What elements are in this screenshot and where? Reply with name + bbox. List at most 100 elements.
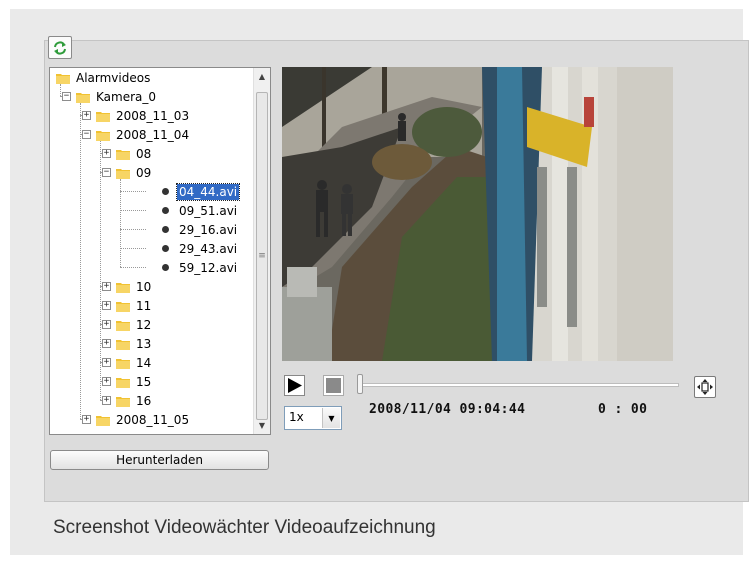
play-button[interactable]: [284, 375, 305, 396]
tree-connector: [120, 248, 146, 249]
folder-icon: [96, 129, 110, 141]
folder-icon: [116, 338, 130, 350]
tree-folder-item[interactable]: 13: [116, 334, 153, 353]
seek-thumb[interactable]: [357, 374, 363, 394]
tree-folder-item[interactable]: 14: [116, 353, 153, 372]
collapse-icon[interactable]: −: [62, 92, 71, 101]
recording-timestamp: 2008/11/04 09:04:44: [369, 402, 526, 417]
expand-icon[interactable]: +: [102, 358, 111, 367]
scroll-thumb[interactable]: ≡: [256, 92, 268, 420]
tree-item-label: 09: [136, 165, 152, 180]
elapsed-time: 0 : 00: [598, 402, 648, 417]
expand-icon[interactable]: +: [102, 339, 111, 348]
tree-file-item[interactable]: 29_16.avi: [158, 220, 239, 239]
tree-item-label: 04_44.avi: [175, 182, 241, 201]
tree-folder-item[interactable]: 11: [116, 296, 153, 315]
expand-icon[interactable]: +: [102, 301, 111, 310]
tree-item-label: 2008_11_04: [116, 127, 190, 142]
refresh-button[interactable]: [48, 36, 72, 59]
tree-item-label: Alarmvideos: [76, 70, 151, 85]
tree-connector: [120, 210, 146, 211]
tree-file-item[interactable]: 04_44.avi: [158, 182, 241, 201]
tree-file-item[interactable]: 59_12.avi: [158, 258, 239, 277]
collapse-icon[interactable]: −: [102, 168, 111, 177]
tree-folder-item[interactable]: 2008_11_03: [96, 106, 191, 125]
speed-value: 1x: [289, 410, 304, 424]
tree-connector: [120, 179, 121, 267]
video-frame: [282, 67, 673, 361]
file-icon: [162, 245, 169, 252]
file-icon: [162, 226, 169, 233]
folder-icon: [116, 167, 130, 179]
scroll-up-icon[interactable]: ▲: [254, 68, 270, 85]
folder-icon: [116, 376, 130, 388]
tree-connector: [120, 229, 146, 230]
tree-item-label: Kamera_0: [96, 89, 157, 104]
tree-folder-item[interactable]: 10: [116, 277, 153, 296]
tree-folder-item[interactable]: 2008_11_04: [96, 125, 191, 144]
refresh-icon: [54, 40, 66, 55]
folder-icon: [76, 91, 90, 103]
tree-connector: [120, 267, 146, 268]
collapse-icon[interactable]: −: [82, 130, 91, 139]
folder-icon: [96, 414, 110, 426]
seek-bar[interactable]: [362, 383, 679, 387]
tree-item-label: 09_51.avi: [179, 203, 238, 218]
tree-item-label: 16: [136, 393, 152, 408]
folder-icon: [116, 281, 130, 293]
file-icon: [162, 207, 169, 214]
expand-icon[interactable]: +: [102, 377, 111, 386]
tree-folder-item[interactable]: 2008_11_05: [96, 410, 191, 429]
tree-file-item[interactable]: 09_51.avi: [158, 201, 239, 220]
tree-folder-item[interactable]: 16: [116, 391, 153, 410]
tree-item-label: 10: [136, 279, 152, 294]
speed-select[interactable]: 1x ▼: [284, 406, 342, 430]
tree-item-label: 2008_11_03: [116, 108, 190, 123]
video-scene: [282, 67, 673, 361]
expand-icon[interactable]: +: [82, 415, 91, 424]
scroll-down-icon[interactable]: ▼: [254, 417, 270, 434]
tree-item-label: 29_43.avi: [179, 241, 238, 256]
folder-icon: [56, 72, 70, 84]
expand-icon[interactable]: +: [102, 282, 111, 291]
fullscreen-button[interactable]: [694, 376, 716, 398]
tree-scrollbar[interactable]: ▲ ≡ ▼: [253, 68, 270, 434]
tree-item-label: 29_16.avi: [179, 222, 238, 237]
caption-text: Screenshot Videowächter Videoaufzeichnun…: [53, 517, 436, 538]
folder-icon: [96, 110, 110, 122]
folder-icon: [116, 395, 130, 407]
tree-item-label: 14: [136, 355, 152, 370]
chevron-down-icon[interactable]: ▼: [322, 408, 340, 428]
tree-connector: [80, 103, 81, 419]
tree-file-item[interactable]: 29_43.avi: [158, 239, 239, 258]
expand-icon[interactable]: +: [82, 111, 91, 120]
tree-connector: [100, 141, 101, 400]
tree-folder-item[interactable]: 09: [116, 163, 153, 182]
tree-item-label: 15: [136, 374, 152, 389]
file-icon: [162, 264, 169, 271]
tree-item-label: 13: [136, 336, 152, 351]
download-button[interactable]: Herunterladen: [50, 450, 269, 470]
tree-folder-item[interactable]: 12: [116, 315, 153, 334]
folder-icon: [116, 148, 130, 160]
tree-folder-item[interactable]: 08: [116, 144, 153, 163]
fullscreen-icon: [697, 379, 713, 395]
video-tree[interactable]: Alarmvideos Kamera_0 − 2008_11_03 +2008_11_0…: [49, 67, 271, 435]
play-icon: [288, 378, 302, 393]
folder-icon: [116, 319, 130, 331]
expand-icon[interactable]: +: [102, 396, 111, 405]
expand-icon[interactable]: +: [102, 320, 111, 329]
tree-item-label: 59_12.avi: [179, 260, 238, 275]
file-icon: [162, 188, 169, 195]
stop-button[interactable]: [323, 375, 344, 396]
folder-icon: [116, 357, 130, 369]
tree-folder-item[interactable]: Alarmvideos: [56, 68, 152, 87]
tree-folder-item[interactable]: 15: [116, 372, 153, 391]
expand-icon[interactable]: +: [102, 149, 111, 158]
tree-item-label: 08: [136, 146, 152, 161]
stop-icon: [326, 378, 341, 393]
folder-icon: [116, 300, 130, 312]
tree-connector: [120, 191, 146, 192]
tree-folder-item[interactable]: Kamera_0: [76, 87, 158, 106]
tree-item-label: 12: [136, 317, 152, 332]
